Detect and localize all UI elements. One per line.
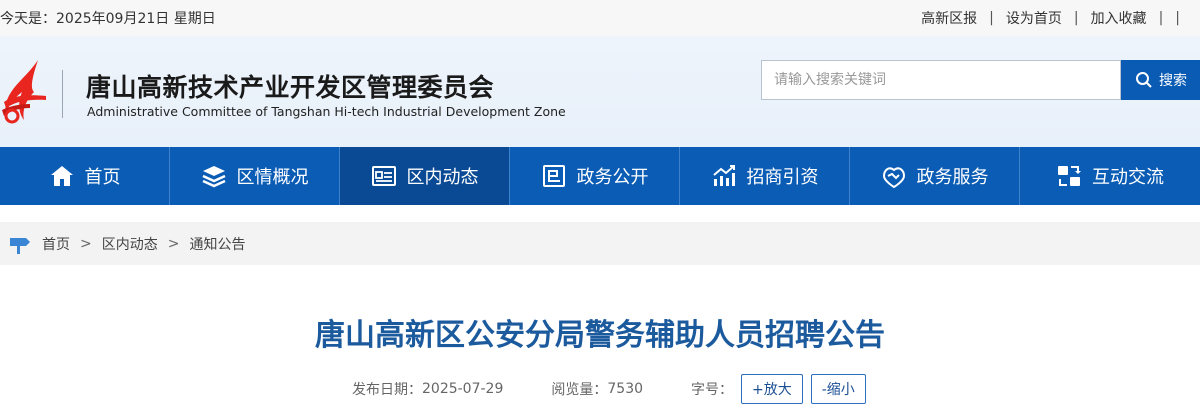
breadcrumb-notices[interactable]: 通知公告	[189, 234, 245, 254]
top-bar: 今天是：2025年09月21日 星期日 高新区报 | 设为首页 | 加入收藏 |…	[0, 0, 1200, 36]
nav-label: 政务公开	[576, 167, 649, 188]
nav-item-investment[interactable]: 招商引资	[680, 147, 850, 205]
nav-item-government-affairs[interactable]: 政务公开	[510, 147, 680, 205]
site-header: 唐山高新技术产业开发区管理委员会 Administrative Committe…	[0, 36, 1200, 147]
publish-date-label: 发布日期：	[352, 382, 422, 398]
search-button-label: 搜索	[1159, 73, 1187, 89]
nav-label: 首页	[84, 167, 121, 188]
site-logo-icon[interactable]	[0, 58, 50, 126]
date-display: 今天是：2025年09月21日 星期日	[0, 8, 216, 28]
handshake-icon	[882, 167, 905, 189]
site-title: 唐山高新技术产业开发区管理委员会	[86, 73, 495, 102]
search-box: 搜索	[761, 60, 1200, 100]
logo-divider	[62, 70, 63, 118]
link-set-homepage[interactable]: 设为首页	[1006, 8, 1062, 28]
nav-label: 区内动态	[406, 167, 479, 188]
link-add-favorite[interactable]: 加入收藏	[1091, 8, 1147, 28]
document-icon	[542, 165, 565, 187]
nav-item-services[interactable]: 政务服务	[850, 147, 1020, 205]
date-label: 今天是：	[0, 11, 56, 27]
breadcrumb: 首页 > 区内动态 > 通知公告	[0, 222, 1200, 265]
breadcrumb-home[interactable]: 首页	[42, 234, 70, 254]
search-icon	[1136, 72, 1152, 88]
nav-item-interaction[interactable]: 互动交流	[1020, 147, 1200, 205]
search-input[interactable]	[761, 60, 1121, 100]
main-nav: 首页 区情概况 区内动态 政务公开 招商引资 政务服务 互动交流	[0, 147, 1200, 205]
article-title: 唐山高新区公安分局警务辅助人员招聘公告	[315, 318, 885, 353]
nav-item-overview[interactable]: 区情概况	[170, 147, 340, 205]
nav-label: 招商引资	[746, 167, 819, 188]
views-count: 7530	[607, 381, 644, 397]
link-hitech-news[interactable]: 高新区报	[921, 8, 977, 28]
nav-label: 区情概况	[236, 167, 309, 188]
nav-label: 互动交流	[1092, 167, 1164, 188]
layers-icon	[201, 166, 226, 188]
location-pin-icon	[10, 237, 30, 254]
breadcrumb-news[interactable]: 区内动态	[102, 234, 158, 254]
search-button[interactable]: 搜索	[1121, 60, 1200, 100]
publish-date: 2025-07-29	[422, 381, 504, 397]
top-links: 高新区报 | 设为首页 | 加入收藏 | |	[921, 8, 1180, 28]
breadcrumb-separator: >	[80, 235, 92, 252]
chart-icon	[712, 165, 735, 186]
exchange-icon	[1058, 166, 1081, 186]
breadcrumb-separator: >	[167, 235, 180, 252]
font-size-label: 字号：	[691, 382, 734, 398]
nav-item-news[interactable]: 区内动态	[340, 147, 510, 205]
home-icon	[50, 166, 73, 186]
nav-label: 政务服务	[916, 167, 989, 188]
news-icon	[371, 166, 396, 186]
views-label: 阅览量：	[551, 382, 608, 398]
date-value: 2025年09月21日 星期日	[56, 11, 216, 27]
site-subtitle: Administrative Committee of Tangshan Hi-…	[87, 104, 566, 119]
nav-item-home[interactable]: 首页	[0, 147, 170, 205]
